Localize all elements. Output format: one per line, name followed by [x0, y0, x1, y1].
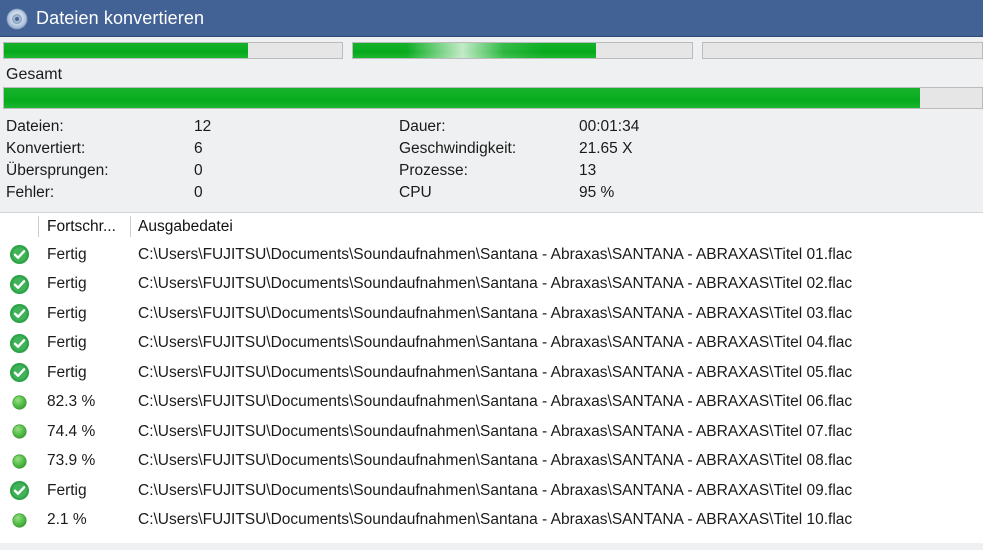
check-circle-icon [9, 274, 29, 294]
row-progress-text: Fertig [47, 304, 87, 322]
file-list-pane[interactable]: Fortschr... Ausgabedatei Fertig C:\Users\… [0, 213, 983, 543]
busy-circle-icon [11, 454, 27, 469]
row-progress-text: 82.3 % [47, 393, 96, 411]
row-progress-text: Fertig [47, 481, 87, 499]
stat-label-dateien: Dateien: [6, 118, 64, 135]
statistics-right-labels: Dauer: Geschwindigkeit: Prozesse: CPU [393, 116, 579, 204]
row-progress-text: 74.4 % [47, 422, 96, 440]
stat-label-uebersprungen: Übersprungen: [6, 162, 109, 179]
stat-value-konvertiert: 6 [194, 140, 203, 157]
row-output-path: C:\Users\FUJITSU\Documents\Soundaufnahme… [138, 452, 853, 470]
stat-value-prozesse: 13 [579, 162, 597, 179]
statistics-right-values: 00:01:34 21.65 X 13 95 % [579, 116, 639, 204]
stat-value-cpu: 95 % [579, 184, 615, 201]
stat-label-konvertiert: Konvertiert: [6, 140, 86, 157]
row-output-path: C:\Users\FUJITSU\Documents\Soundaufnahme… [138, 393, 853, 411]
row-progress-text: Fertig [47, 334, 87, 352]
statistics-left-values: 12 6 0 0 [194, 116, 294, 204]
column-separator-1[interactable] [38, 216, 39, 237]
row-status-icon [0, 513, 38, 528]
row-status-icon [0, 480, 38, 501]
row-progress-text: Fertig [47, 363, 87, 381]
table-row[interactable]: 2.1 % C:\Users\FUJITSU\Documents\Soundauf… [0, 506, 983, 536]
disc-icon [6, 8, 28, 29]
process-bar-2-fill [353, 43, 596, 58]
row-progress-text: Fertig [47, 275, 87, 293]
row-status-icon [0, 454, 38, 469]
file-list-header: Fortschr... Ausgabedatei [0, 213, 983, 240]
row-status-icon [0, 303, 38, 324]
row-progress-text: 73.9 % [47, 452, 96, 470]
process-bar-1-fill [4, 43, 249, 58]
statistics-right-column: Dauer: Geschwindigkeit: Prozesse: CPU 00… [393, 116, 983, 204]
table-row[interactable]: Fertig C:\Users\FUJITSU\Documents\Soundau… [0, 476, 983, 506]
busy-circle-icon [11, 395, 27, 410]
table-row[interactable]: Fertig C:\Users\FUJITSU\Documents\Soundau… [0, 270, 983, 300]
column-separator-2[interactable] [130, 216, 131, 237]
row-output-path: C:\Users\FUJITSU\Documents\Soundaufnahme… [138, 334, 853, 352]
overall-progress-fill [4, 88, 921, 108]
process-progress-bars [0, 37, 983, 64]
row-progress-text: 2.1 % [47, 511, 87, 529]
row-output-path: C:\Users\FUJITSU\Documents\Soundaufnahme… [138, 481, 853, 499]
window-titlebar: Dateien konvertieren [0, 0, 983, 37]
row-progress-text: Fertig [47, 245, 87, 263]
overall-progress-bar [3, 87, 983, 109]
file-list-rows: Fertig C:\Users\FUJITSU\Documents\Soundau… [0, 240, 983, 535]
row-status-icon [0, 424, 38, 439]
check-circle-icon [9, 304, 29, 324]
row-status-icon [0, 333, 38, 354]
row-output-path: C:\Users\FUJITSU\Documents\Soundaufnahme… [138, 511, 853, 529]
stat-value-uebersprungen: 0 [194, 162, 203, 179]
table-row[interactable]: Fertig C:\Users\FUJITSU\Documents\Soundau… [0, 358, 983, 388]
busy-circle-icon [11, 513, 27, 528]
check-circle-icon [9, 245, 29, 265]
row-status-icon [0, 362, 38, 383]
statistics-left-labels: Dateien: Konvertiert: Übersprungen: Fehl… [0, 116, 194, 204]
column-header-output[interactable]: Ausgabedatei [138, 218, 233, 236]
window-title: Dateien konvertieren [36, 7, 205, 28]
stat-value-geschwindigkeit: 21.65 X [579, 140, 633, 157]
row-output-path: C:\Users\FUJITSU\Documents\Soundaufnahme… [138, 363, 853, 381]
statistics-panel: Dateien: Konvertiert: Übersprungen: Fehl… [0, 109, 983, 210]
table-row[interactable]: Fertig C:\Users\FUJITSU\Documents\Soundau… [0, 329, 983, 359]
row-status-icon [0, 244, 38, 265]
table-row[interactable]: Fertig C:\Users\FUJITSU\Documents\Soundau… [0, 299, 983, 329]
stat-value-fehler: 0 [194, 184, 203, 201]
row-output-path: C:\Users\FUJITSU\Documents\Soundaufnahme… [138, 422, 853, 440]
check-circle-icon [9, 481, 29, 501]
row-output-path: C:\Users\FUJITSU\Documents\Soundaufnahme… [138, 275, 853, 293]
stat-label-geschwindigkeit: Geschwindigkeit: [399, 140, 517, 157]
stat-label-cpu: CPU [399, 184, 432, 201]
check-circle-icon [9, 363, 29, 383]
overall-label: Gesamt [6, 66, 63, 83]
process-bar-3 [702, 42, 983, 59]
busy-circle-icon [11, 424, 27, 439]
stat-label-fehler: Fehler: [6, 184, 55, 201]
table-row[interactable]: 73.9 % C:\Users\FUJITSU\Documents\Soundau… [0, 447, 983, 477]
table-row[interactable]: 74.4 % C:\Users\FUJITSU\Documents\Soundau… [0, 417, 983, 447]
stat-value-dateien: 12 [194, 118, 212, 135]
check-circle-icon [9, 333, 29, 353]
stat-label-dauer: Dauer: [399, 118, 446, 135]
stat-value-dauer: 00:01:34 [579, 118, 640, 135]
statistics-left-column: Dateien: Konvertiert: Übersprungen: Fehl… [0, 116, 393, 204]
process-bar-1 [3, 42, 343, 59]
row-output-path: C:\Users\FUJITSU\Documents\Soundaufnahme… [138, 304, 853, 322]
table-row[interactable]: Fertig C:\Users\FUJITSU\Documents\Soundau… [0, 240, 983, 270]
process-bar-2 [352, 42, 693, 59]
row-status-icon [0, 274, 38, 295]
row-status-icon [0, 395, 38, 410]
stat-label-prozesse: Prozesse: [399, 162, 468, 179]
table-row[interactable]: 82.3 % C:\Users\FUJITSU\Documents\Soundau… [0, 388, 983, 418]
row-output-path: C:\Users\FUJITSU\Documents\Soundaufnahme… [138, 245, 853, 263]
column-header-progress[interactable]: Fortschr... [47, 218, 116, 236]
